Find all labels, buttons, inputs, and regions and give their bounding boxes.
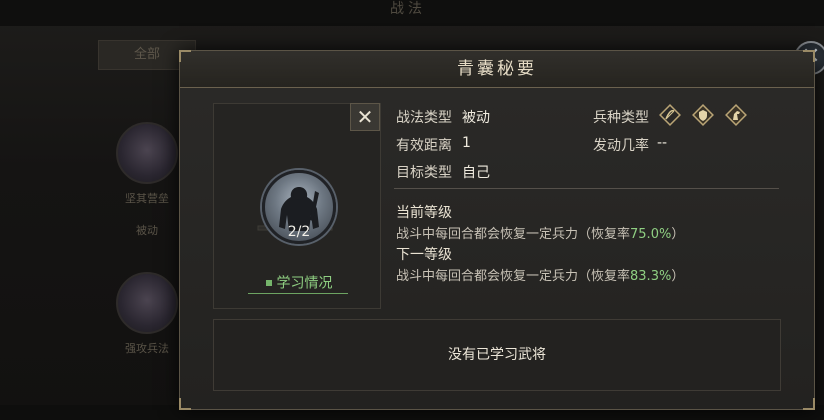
corner-ornament: [179, 398, 191, 410]
study-underline: [248, 293, 348, 294]
background-skill-label: 强攻兵法: [125, 342, 169, 355]
section-divider: [394, 188, 779, 189]
background-skill-icon: [116, 122, 178, 184]
learned-generals-box: 没有已学习武将: [213, 319, 781, 391]
horse-icon: [725, 104, 747, 126]
range-value: 1: [462, 135, 471, 151]
corner-ornament: [179, 50, 191, 62]
current-level-title: 当前等级: [396, 205, 452, 221]
bow-icon: [659, 104, 681, 126]
modal-header: 青囊秘要: [180, 51, 814, 88]
background-title: 战法: [390, 1, 426, 17]
target-type-value: 自己: [462, 165, 490, 181]
next-level-text: 战斗中每回合都会恢复一定兵力（恢复率: [396, 269, 631, 284]
shield-icon: [692, 104, 714, 126]
current-level-desc: 战斗中每回合都会恢复一定兵力（恢复率75.0%）: [396, 223, 684, 242]
next-level-percent: 83.3%: [630, 269, 672, 284]
tactic-type-label: 战法类型: [396, 110, 452, 126]
current-level-percent: 75.0%: [630, 227, 672, 242]
trigger-rate-value: --: [657, 135, 668, 151]
study-status-label: 学习情况: [276, 275, 333, 292]
troop-type-label: 兵种类型: [593, 110, 649, 126]
trigger-rate-label: 发动几率: [593, 138, 649, 154]
next-level-title: 下一等级: [396, 247, 452, 263]
background-skill-item[interactable]: 坚其营垒 被动: [112, 122, 182, 238]
range-label: 有效距离: [396, 138, 452, 154]
background-skill-icon: [116, 272, 178, 334]
background-top-bar: 战法: [0, 0, 824, 26]
next-level-close: ）: [671, 269, 685, 284]
current-level-close: ）: [671, 227, 685, 242]
learned-generals-empty-text: 没有已学习武将: [448, 347, 546, 363]
target-type-label: 目标类型: [396, 165, 452, 181]
skill-level-text: 2/2: [287, 224, 311, 240]
background-skill-sub: 被动: [136, 224, 158, 237]
next-level-desc: 战斗中每回合都会恢复一定兵力（恢复率83.3%）: [396, 265, 684, 284]
modal-title: 青囊秘要: [457, 59, 537, 79]
close-button[interactable]: ✕: [350, 103, 380, 131]
background-skill-label: 坚其营垒: [125, 192, 169, 205]
background-skill-item[interactable]: 强攻兵法: [112, 272, 182, 356]
corner-ornament: [803, 398, 815, 410]
current-level-text: 战斗中每回合都会恢复一定兵力（恢复率: [396, 227, 631, 242]
study-bullet-icon: [265, 279, 272, 286]
tactic-type-value: 被动: [462, 110, 490, 126]
corner-ornament: [803, 50, 815, 62]
skill-detail-modal: 青囊秘要 2/2 学习情况 ✕ 战法类型 被动 有效距离 1 目标类型 自己 兵…: [179, 50, 815, 410]
skill-icon-panel: 2/2 学习情况: [213, 103, 381, 309]
